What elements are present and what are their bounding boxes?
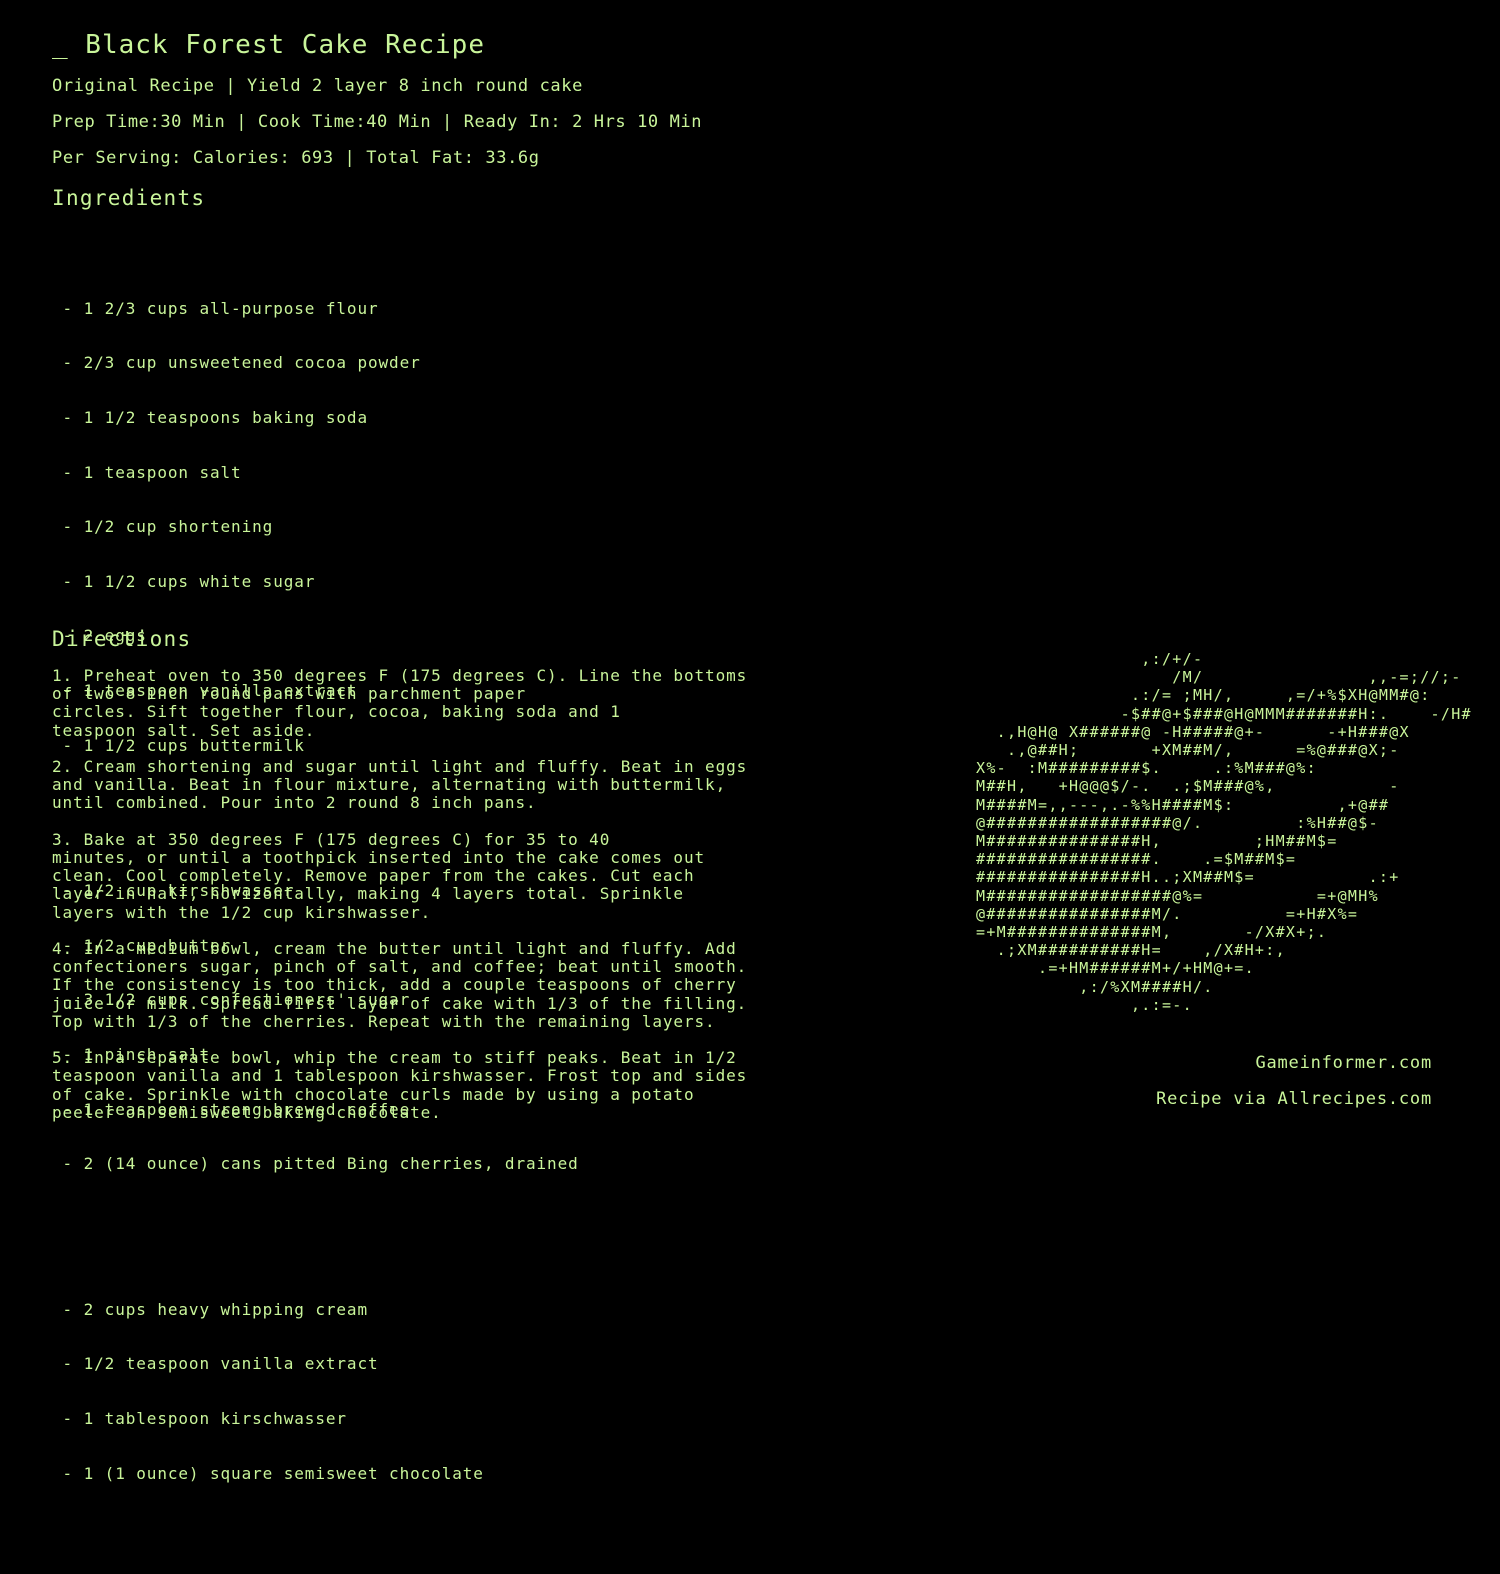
ingredient-item: - 1/2 cup shortening <box>52 517 274 537</box>
recipe-credit: Recipe via Allrecipes.com <box>1156 1089 1432 1109</box>
directions-heading: Directions <box>52 627 192 651</box>
direction-step: 4. In a medium bowl, cream the butter un… <box>52 939 748 1031</box>
direction-step: 3. Bake at 350 degrees F (175 degrees C)… <box>52 829 706 922</box>
ingredient-item: - 1 tablespoon kirschwasser <box>52 1408 347 1428</box>
recipe-yield: Original Recipe | Yield 2 layer 8 inch r… <box>52 76 583 96</box>
ingredient-group-frosting: - 2 cups heavy whipping cream - 1/2 teas… <box>52 1264 832 1519</box>
direction-step: 1. Preheat oven to 350 degrees F (175 de… <box>52 666 748 740</box>
ingredient-item: - 1 1/2 teaspoons baking soda <box>52 408 368 427</box>
direction-step: 5. In a separate bowl, whip the cream to… <box>52 1048 748 1122</box>
recipe-times: Prep Time:30 Min | Cook Time:40 Min | Re… <box>52 112 703 132</box>
recipe-nutrition: Per Serving: Calories: 693 | Total Fat: … <box>52 148 540 168</box>
ingredient-item: - 2 cups heavy whipping cream <box>52 1299 368 1319</box>
ingredients-heading: Ingredients <box>52 186 206 210</box>
ingredient-item: - 1 (1 ounce) square semisweet chocolate <box>52 1463 484 1483</box>
ingredient-item: - 1 teaspoon salt <box>52 462 242 482</box>
ingredient-item: - 2/3 cup unsweetened cocoa powder <box>52 353 421 373</box>
directions-list: 1. Preheat oven to 350 degrees F (175 de… <box>52 666 852 1140</box>
ingredient-item: - 2 (14 ounce) cans pitted Bing cherries… <box>52 1154 579 1174</box>
terminal-screen: _ Black Forest Cake Recipe Original Reci… <box>0 0 1500 1482</box>
ingredient-item: - 1 1/2 cups white sugar <box>52 571 316 591</box>
ascii-cake-art: ,:/+/- /M/ ,,-=;//;- .:/= ;MH/, ,=/+%$XH… <box>976 650 1472 1014</box>
page-title: _ Black Forest Cake Recipe <box>52 30 485 60</box>
ingredient-item: - 1/2 teaspoon vanilla extract <box>52 1354 379 1374</box>
direction-step: 2. Cream shortening and sugar until ligh… <box>52 757 748 813</box>
ingredient-item: - 1 2/3 cups all-purpose flour <box>52 298 379 318</box>
source-credit: Gameinformer.com <box>1255 1053 1432 1073</box>
